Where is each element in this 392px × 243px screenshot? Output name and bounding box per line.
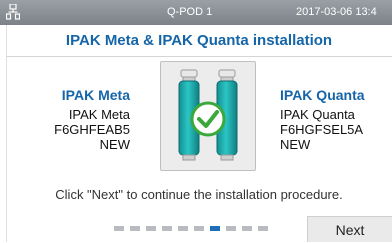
ipak-quanta-info: IPAK Quanta IPAK Quanta F6HGFSEL5A NEW: [280, 87, 390, 153]
instruction-text: Click "Next" to continue the installatio…: [55, 187, 343, 202]
progress-dot: [178, 226, 188, 231]
progress-dot: [114, 226, 124, 231]
next-button[interactable]: Next: [307, 216, 392, 242]
ipak-quanta-status: NEW: [280, 137, 311, 152]
progress-dot: [258, 226, 268, 231]
progress-dot: [146, 226, 156, 231]
ipak-meta-name: IPAK Meta: [68, 107, 130, 122]
progress-dot: [130, 226, 140, 231]
filter-cartridges-graphic: [160, 61, 256, 171]
ipak-meta-serial: F6GHFEAB5: [54, 122, 130, 137]
ipak-meta-info: IPAK Meta IPAK Meta F6GHFEAB5 NEW: [40, 87, 130, 153]
network-icon: [6, 4, 20, 20]
page-title: IPAK Meta & IPAK Quanta installation: [65, 32, 333, 49]
progress-dot: [162, 226, 172, 231]
ipak-quanta-name: IPAK Quanta: [280, 107, 355, 122]
ipak-quanta-serial: F6HGFSEL5A: [280, 122, 364, 137]
ipak-meta-heading: IPAK Meta: [61, 87, 130, 103]
filter-cartridges-check-icon: [178, 69, 238, 161]
title-divider: [6, 56, 392, 57]
ipak-meta-status: NEW: [99, 137, 130, 152]
device-name: Q-POD 1: [167, 6, 213, 18]
progress-dot: [226, 226, 236, 231]
progress-dot-active: [210, 226, 220, 231]
progress-dot: [242, 226, 252, 231]
check-icon: [190, 101, 226, 137]
date-time: 2017-03-06 13:4: [296, 6, 377, 18]
ipak-quanta-heading: IPAK Quanta: [280, 87, 365, 103]
top-status-bar: Q-POD 1 2017-03-06 13:4: [0, 0, 392, 25]
progress-dot: [194, 226, 204, 231]
